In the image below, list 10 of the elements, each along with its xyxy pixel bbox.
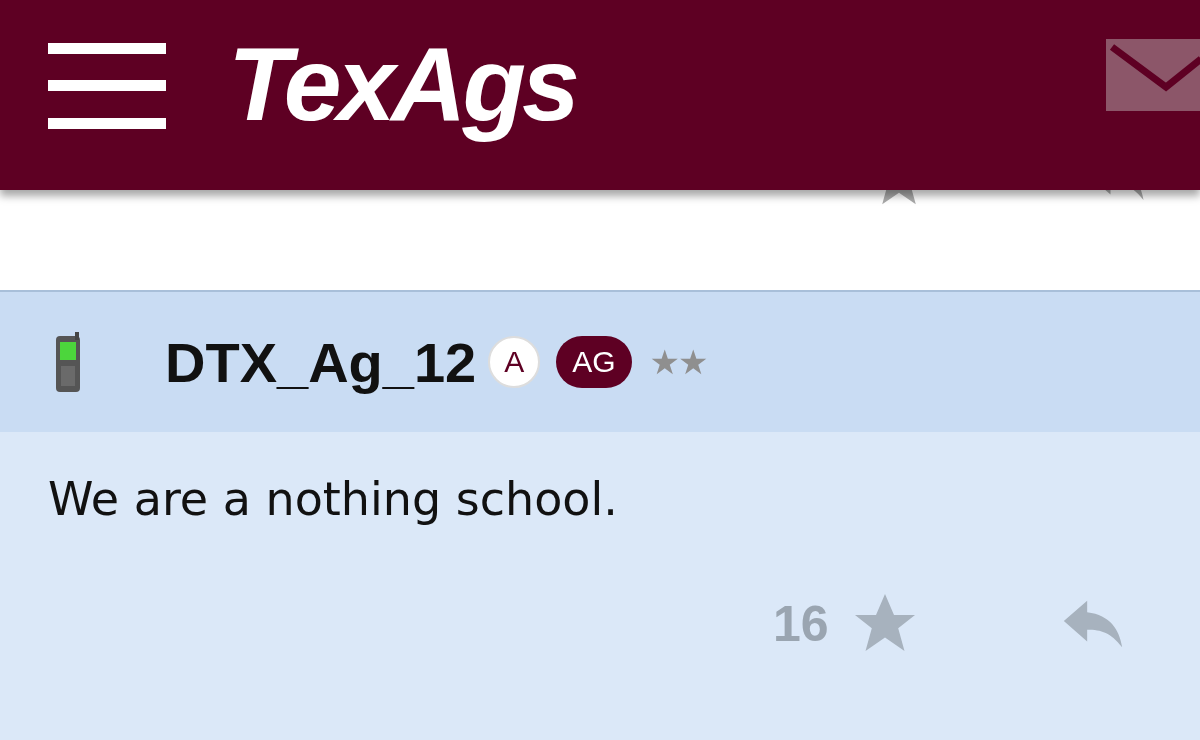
phone-icon bbox=[55, 332, 81, 392]
star-count: 16 bbox=[773, 595, 829, 653]
rank-stars: ★★ bbox=[649, 342, 707, 382]
user-badge: AG bbox=[556, 336, 632, 388]
user-badge: A bbox=[488, 336, 541, 388]
menu-icon[interactable] bbox=[48, 43, 166, 129]
envelope-icon[interactable] bbox=[1106, 39, 1200, 111]
post-text: We are a nothing school. bbox=[48, 472, 619, 526]
logo[interactable]: TexAgs bbox=[228, 24, 576, 144]
author-name[interactable]: DTX_Ag_12 bbox=[165, 329, 477, 395]
